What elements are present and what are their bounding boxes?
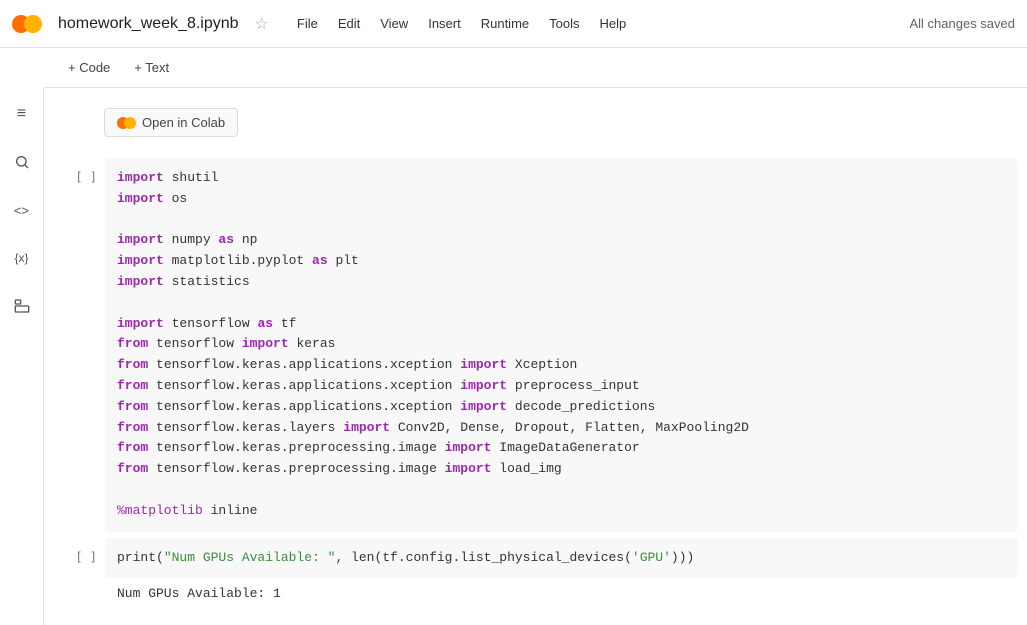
cell-1[interactable]: [ ] import shutil import os import numpy… — [52, 157, 1019, 533]
menu-tools[interactable]: Tools — [541, 12, 587, 35]
add-text-button[interactable]: + Text — [126, 56, 177, 79]
files-icon[interactable] — [8, 292, 36, 320]
main-layout: ≡ <> {x} Open in Colab [ — [0, 88, 1027, 625]
cell-1-code[interactable]: import shutil import os import numpy as … — [105, 158, 1018, 532]
colab-open-section: Open in Colab — [44, 100, 1027, 153]
add-code-label: + Code — [68, 60, 110, 75]
menu-insert[interactable]: Insert — [420, 12, 469, 35]
colab-button-logo — [117, 117, 136, 129]
add-text-label: + Text — [134, 60, 169, 75]
logo-yellow — [24, 15, 42, 33]
star-icon[interactable]: ☆ — [255, 14, 269, 34]
menu-runtime[interactable]: Runtime — [473, 12, 537, 35]
file-name: homework_week_8.ipynb — [58, 15, 239, 33]
menu-bar: File Edit View Insert Runtime Tools Help — [289, 12, 634, 35]
cell-2-output: Num GPUs Available: 1 — [105, 578, 1018, 609]
cell-2-inner: [ ] print("Num GPUs Available: ", len(tf… — [53, 538, 1018, 579]
menu-view[interactable]: View — [372, 12, 416, 35]
search-icon[interactable] — [8, 148, 36, 176]
variables-icon[interactable]: {x} — [8, 244, 36, 272]
cell-2[interactable]: [ ] print("Num GPUs Available: ", len(tf… — [52, 537, 1019, 611]
sidebar: ≡ <> {x} — [0, 88, 44, 625]
code-icon[interactable]: <> — [8, 196, 36, 224]
menu-file[interactable]: File — [289, 12, 326, 35]
hamburger-icon[interactable]: ≡ — [8, 100, 36, 128]
colab-button-label: Open in Colab — [142, 115, 225, 130]
notebook-content: Open in Colab [ ] import shutil import o… — [44, 88, 1027, 625]
cell-1-inner: [ ] import shutil import os import numpy… — [53, 158, 1018, 532]
add-code-button[interactable]: + Code — [60, 56, 118, 79]
colab-logo — [12, 15, 42, 33]
cell-2-number: [ ] — [53, 538, 105, 576]
cell-2-code[interactable]: print("Num GPUs Available: ", len(tf.con… — [105, 538, 1018, 579]
menu-help[interactable]: Help — [592, 12, 635, 35]
cell-1-number: [ ] — [53, 158, 105, 196]
menu-edit[interactable]: Edit — [330, 12, 368, 35]
toolbar: + Code + Text — [44, 48, 1027, 88]
topbar: homework_week_8.ipynb ☆ File Edit View I… — [0, 0, 1027, 48]
save-status: All changes saved — [909, 16, 1015, 31]
open-in-colab-button[interactable]: Open in Colab — [104, 108, 238, 137]
